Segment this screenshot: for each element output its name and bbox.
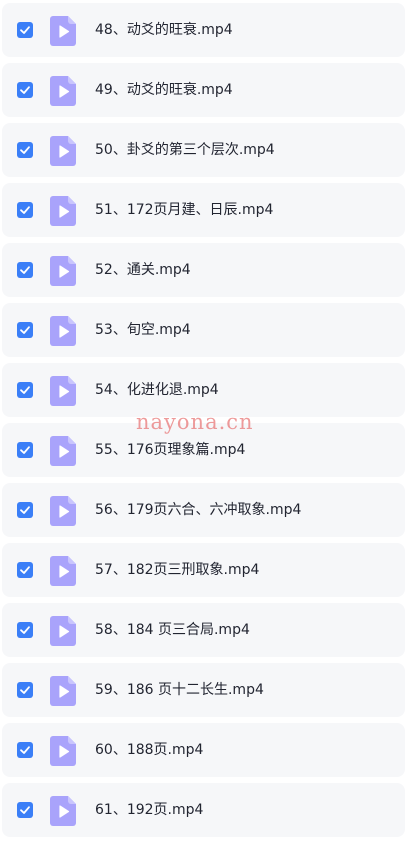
file-row[interactable]: 57、182页三刑取象.mp4 [2,543,405,597]
file-row[interactable]: 58、184 页三合局.mp4 [2,603,405,657]
video-file-icon [50,556,76,586]
file-name: 61、192页.mp4 [95,802,204,818]
file-checkbox[interactable] [17,442,33,458]
file-row[interactable]: 49、动爻的旺衰.mp4 [2,63,405,117]
file-checkbox[interactable] [17,802,33,818]
file-name: 56、179页六合、六冲取象.mp4 [95,502,302,518]
file-row[interactable]: 56、179页六合、六冲取象.mp4 [2,483,405,537]
video-file-icon [50,616,76,646]
file-name: 58、184 页三合局.mp4 [95,622,250,638]
file-name: 54、化进化退.mp4 [95,382,219,398]
video-file-icon [50,736,76,766]
file-checkbox[interactable] [17,22,33,38]
file-checkbox[interactable] [17,82,33,98]
file-checkbox[interactable] [17,622,33,638]
file-row[interactable]: 50、卦爻的第三个层次.mp4 [2,123,405,177]
file-row[interactable]: 59、186 页十二长生.mp4 [2,663,405,717]
video-file-icon [50,76,76,106]
video-file-icon [50,196,76,226]
video-file-icon [50,376,76,406]
video-file-icon [50,136,76,166]
file-row[interactable]: 48、动爻的旺衰.mp4 [2,3,405,57]
file-checkbox[interactable] [17,562,33,578]
file-checkbox[interactable] [17,202,33,218]
video-file-icon [50,796,76,826]
file-name: 52、通关.mp4 [95,262,191,278]
file-name: 57、182页三刑取象.mp4 [95,562,260,578]
file-checkbox[interactable] [17,682,33,698]
file-name: 59、186 页十二长生.mp4 [95,682,264,698]
file-checkbox[interactable] [17,142,33,158]
file-name: 55、176页理象篇.mp4 [95,442,246,458]
file-row[interactable]: 61、192页.mp4 [2,783,405,837]
file-row[interactable]: 54、化进化退.mp4 [2,363,405,417]
file-name: 53、旬空.mp4 [95,322,191,338]
file-row[interactable]: 51、172页月建、日辰.mp4 [2,183,405,237]
file-checkbox[interactable] [17,322,33,338]
file-row[interactable]: 60、188页.mp4 [2,723,405,777]
file-name: 49、动爻的旺衰.mp4 [95,82,233,98]
video-file-icon [50,496,76,526]
file-name: 60、188页.mp4 [95,742,204,758]
file-list: 48、动爻的旺衰.mp4 49、动爻的旺衰.mp4 50、卦爻的第三个层次.mp4 5… [0,0,407,844]
file-row[interactable]: 52、通关.mp4 [2,243,405,297]
file-checkbox[interactable] [17,262,33,278]
video-file-icon [50,316,76,346]
file-checkbox[interactable] [17,382,33,398]
video-file-icon [50,436,76,466]
file-row[interactable]: 53、旬空.mp4 [2,303,405,357]
file-checkbox[interactable] [17,742,33,758]
file-row[interactable]: 55、176页理象篇.mp4 [2,423,405,477]
video-file-icon [50,256,76,286]
video-file-icon [50,16,76,46]
file-name: 51、172页月建、日辰.mp4 [95,202,274,218]
file-name: 48、动爻的旺衰.mp4 [95,22,233,38]
file-name: 50、卦爻的第三个层次.mp4 [95,142,275,158]
file-checkbox[interactable] [17,502,33,518]
video-file-icon [50,676,76,706]
